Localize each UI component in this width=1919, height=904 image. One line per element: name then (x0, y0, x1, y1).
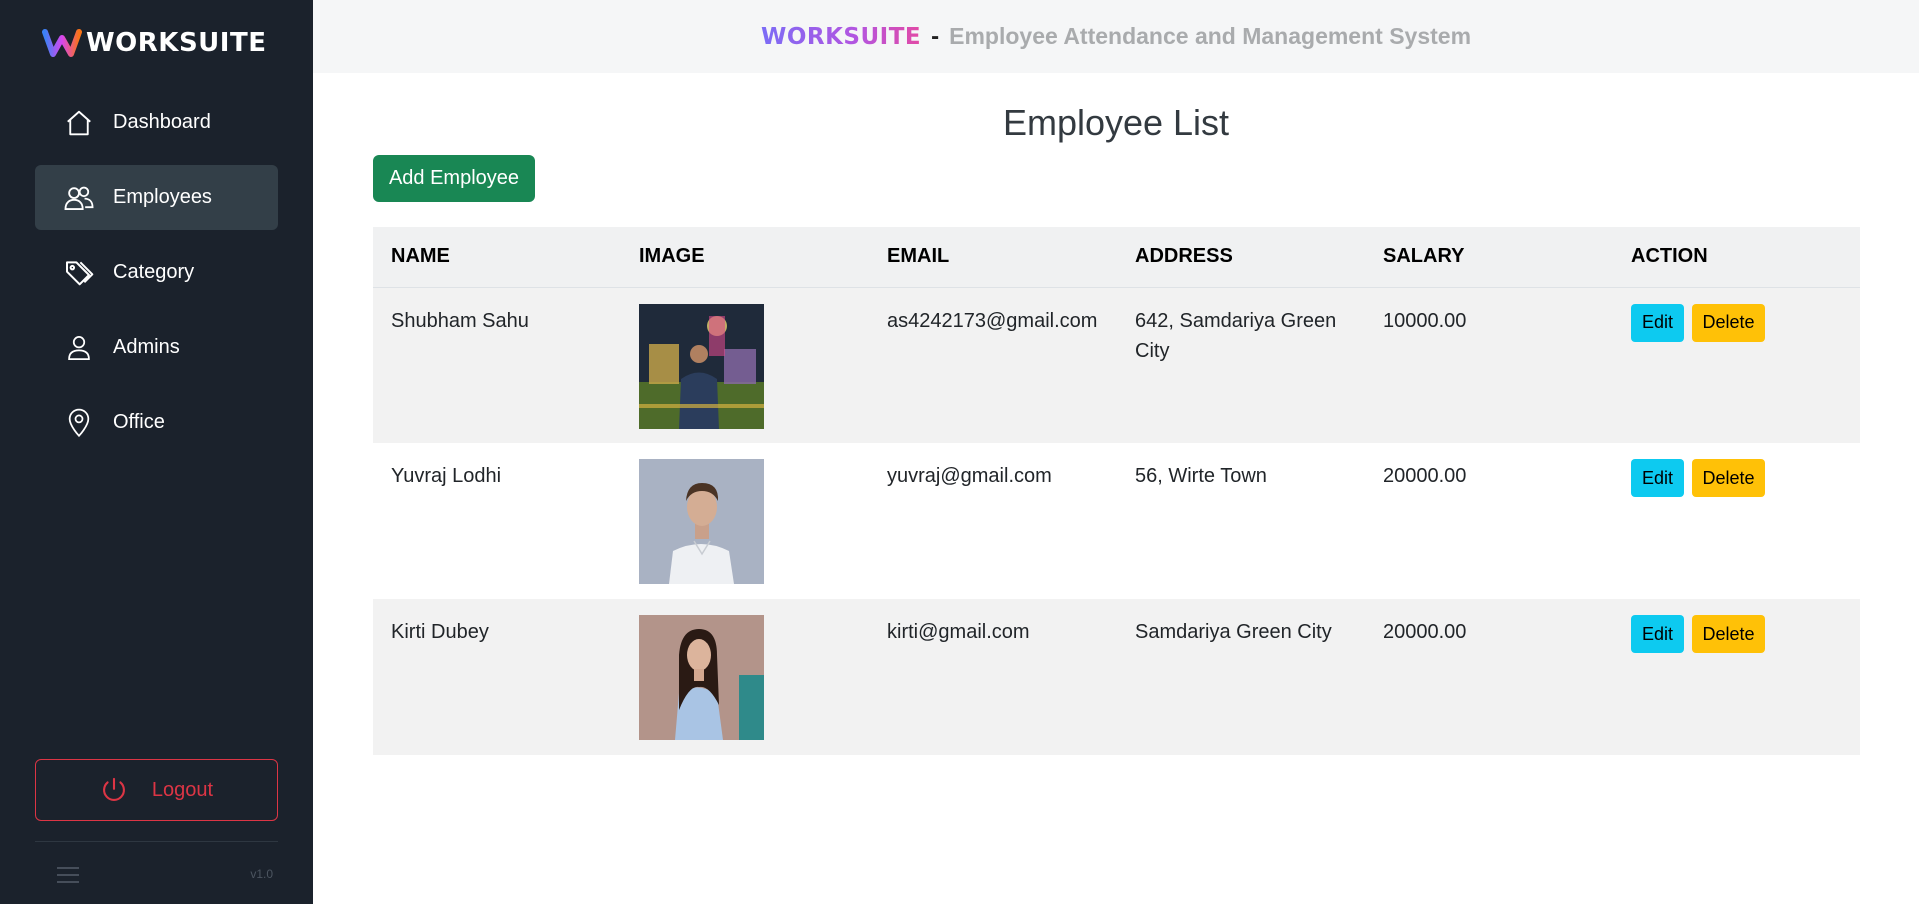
logout-button[interactable]: Logout (35, 759, 278, 821)
employee-image-cell (621, 599, 869, 755)
employee-address: 56, Wirte Town (1117, 443, 1365, 599)
sidebar-item-employees[interactable]: Employees (35, 165, 278, 230)
employee-salary: 20000.00 (1365, 443, 1613, 599)
location-pin-icon (63, 407, 95, 439)
top-header: WORKSUITE - Employee Attendance and Mana… (313, 0, 1919, 73)
delete-button[interactable]: Delete (1692, 459, 1765, 497)
column-header-name: NAME (373, 227, 621, 288)
table-header-row: NAME IMAGE EMAIL ADDRESS SALARY ACTION (373, 227, 1860, 288)
delete-button[interactable]: Delete (1692, 615, 1765, 653)
employee-name: Shubham Sahu (373, 287, 621, 443)
brand-logo-link[interactable]: WORKSUITE (42, 24, 266, 62)
sidebar-nav: Dashboard Employees Category Admins Offi… (35, 90, 278, 465)
sidebar-item-label: Dashboard (113, 111, 211, 133)
table-row: Shubham Sahu as4242173@gmail.com 642, Sa… (373, 287, 1860, 443)
page-title: Employee List (1002, 102, 1230, 143)
employee-salary: 10000.00 (1365, 287, 1613, 443)
person-icon (63, 332, 95, 364)
sidebar-item-label: Employees (113, 186, 212, 208)
delete-button[interactable]: Delete (1692, 303, 1765, 342)
version-label: v1.0 (250, 867, 273, 881)
edit-button[interactable]: Edit (1631, 303, 1684, 342)
employee-name: Yuvraj Lodhi (373, 443, 621, 599)
employee-email: kirti@gmail.com (869, 599, 1117, 755)
action-cell: Edit Delete (1613, 443, 1860, 599)
sidebar: WORKSUITE Dashboard Employees Category A… (0, 0, 313, 904)
menu-toggle-icon[interactable] (56, 866, 80, 884)
employee-photo (639, 615, 764, 740)
employee-address: 642, Samdariya Green City (1117, 287, 1365, 443)
add-employee-button[interactable]: Add Employee (373, 155, 535, 202)
sidebar-item-label: Category (113, 261, 195, 283)
employee-photo (639, 459, 764, 584)
logout-label: Logout (151, 778, 214, 801)
sidebar-item-admins[interactable]: Admins (35, 315, 278, 380)
sidebar-divider (35, 841, 278, 842)
table-row: Kirti Dubey kirti@gmail.com Samdariya Gr… (373, 599, 1860, 755)
sidebar-item-dashboard[interactable]: Dashboard (35, 90, 278, 155)
employee-salary: 20000.00 (1365, 599, 1613, 755)
header-separator: - (931, 22, 940, 50)
users-icon (63, 182, 95, 214)
edit-button[interactable]: Edit (1631, 615, 1684, 653)
column-header-address: ADDRESS (1117, 227, 1365, 288)
edit-button[interactable]: Edit (1631, 459, 1684, 497)
brand-name: WORKSUITE (86, 28, 267, 58)
employee-table: NAME IMAGE EMAIL ADDRESS SALARY ACTION S… (373, 227, 1860, 755)
column-header-salary: SALARY (1365, 227, 1613, 288)
power-icon (102, 777, 125, 801)
sidebar-item-label: Admins (113, 336, 180, 358)
employee-image-cell (621, 287, 869, 443)
worksuite-logo-icon (42, 29, 82, 57)
sidebar-item-label: Office (113, 411, 165, 433)
action-cell: Edit Delete (1613, 599, 1860, 755)
employee-name: Kirti Dubey (373, 599, 621, 755)
header-brand: WORKSUITE (760, 23, 922, 50)
sidebar-item-office[interactable]: Office (35, 390, 278, 455)
employee-email: yuvraj@gmail.com (869, 443, 1117, 599)
table-row: Yuvraj Lodhi yuvraj@gmail.com 56, Wirte … (373, 443, 1860, 599)
sidebar-item-category[interactable]: Category (35, 240, 278, 305)
employee-image-cell (621, 443, 869, 599)
column-header-image: IMAGE (621, 227, 869, 288)
tags-icon (63, 257, 95, 289)
home-icon (63, 107, 95, 139)
column-header-action: ACTION (1613, 227, 1860, 288)
employee-photo (639, 303, 764, 429)
header-title: Employee Attendance and Management Syste… (949, 23, 1472, 49)
employee-address: Samdariya Green City (1117, 599, 1365, 755)
action-cell: Edit Delete (1613, 287, 1860, 443)
column-header-email: EMAIL (869, 227, 1117, 288)
employee-email: as4242173@gmail.com (869, 287, 1117, 443)
